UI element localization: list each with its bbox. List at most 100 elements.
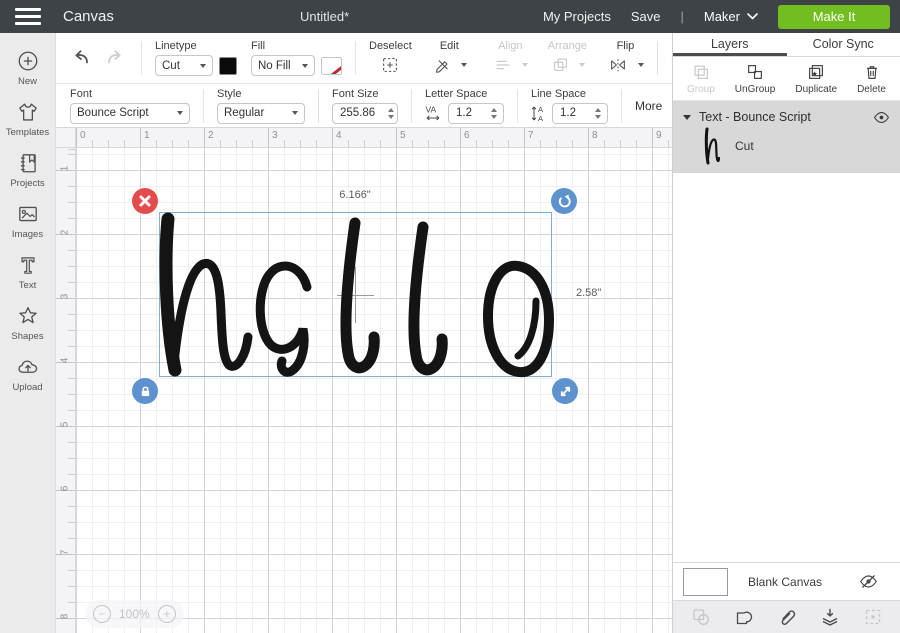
visibility-eye-slash-icon[interactable] <box>859 574 878 589</box>
text-toolbar: Font Bounce Script Style Regular Font Si… <box>56 84 672 128</box>
edit-button[interactable]: Edit <box>432 40 467 76</box>
weld-icon[interactable] <box>733 606 755 628</box>
my-projects-link[interactable]: My Projects <box>543 9 611 24</box>
linetype-label: Linetype <box>155 40 237 52</box>
line-space-label: Line Space <box>531 88 608 100</box>
text-object-hello[interactable] <box>160 213 553 378</box>
linetype-value: Cut <box>162 60 180 72</box>
caret-expand-icon[interactable] <box>683 115 691 120</box>
spinner-arrows-icon[interactable] <box>382 108 400 119</box>
spinner-arrows-icon[interactable] <box>589 108 607 119</box>
delete-handle[interactable] <box>132 188 158 214</box>
linetype-color-swatch[interactable] <box>219 57 237 75</box>
selection-bounding-box[interactable] <box>159 212 552 377</box>
cloud-upload-icon <box>15 355 41 379</box>
hamburger-menu-icon[interactable] <box>15 4 41 29</box>
line-space-stepper[interactable]: 1.2 <box>552 103 608 124</box>
align-label: Align <box>498 40 522 52</box>
attach-paperclip-icon[interactable] <box>776 606 798 628</box>
document-title[interactable]: Untitled* <box>300 9 349 24</box>
layer-operations-bar <box>673 600 900 633</box>
sidebar-item-images[interactable]: Images <box>0 202 56 240</box>
ruler-number: 2 <box>208 130 214 141</box>
deselect-button[interactable]: Deselect <box>369 40 412 76</box>
blank-canvas-layer[interactable]: Blank Canvas <box>673 562 900 600</box>
font-size-stepper[interactable]: 255.86 <box>332 103 398 124</box>
letter-space-stepper[interactable]: 1.2 <box>448 103 504 124</box>
section-title: Canvas <box>63 8 114 25</box>
ungroup-label: UnGroup <box>735 84 776 95</box>
lock-icon <box>139 385 152 398</box>
save-link[interactable]: Save <box>631 9 661 24</box>
font-dropdown[interactable]: Bounce Script <box>70 103 190 124</box>
ruler-number: 8 <box>592 130 598 141</box>
rotate-icon <box>557 194 572 209</box>
letter-space-label: Letter Space <box>425 88 504 100</box>
canvas-grid[interactable]: 6.166" 2.58" <box>76 148 672 633</box>
caret-down-icon <box>200 64 206 68</box>
design-canvas[interactable]: 0123456789 12345678 <box>56 128 672 633</box>
layer-group-text[interactable]: Text - Bounce Script Cut <box>673 101 900 173</box>
flip-icon <box>607 55 629 75</box>
sidebar-item-upload[interactable]: Upload <box>0 355 56 393</box>
sidebar-item-templates[interactable]: Templates <box>0 100 56 138</box>
machine-selector[interactable]: Maker <box>704 9 758 24</box>
delete-button[interactable]: Delete <box>857 62 886 95</box>
layer-thumbnail-h-glyph <box>703 127 719 165</box>
notebook-icon <box>16 151 40 175</box>
layer-row-cut[interactable]: Cut <box>673 127 900 165</box>
ruler-number: 3 <box>60 290 71 304</box>
deselect-label: Deselect <box>369 40 412 52</box>
ruler-number: 1 <box>144 130 150 141</box>
fill-pen-swatch[interactable] <box>321 57 342 75</box>
undo-icon[interactable] <box>68 46 94 70</box>
ungroup-button[interactable]: UnGroup <box>735 62 776 95</box>
caret-down-icon <box>292 111 298 115</box>
font-label: Font <box>70 88 190 100</box>
resize-handle[interactable] <box>552 378 578 404</box>
flip-button[interactable]: Flip <box>607 40 644 76</box>
design-sidebar: New Templates Projects Images Text Shape… <box>0 33 56 633</box>
selection-height-label: 2.58" <box>576 287 601 299</box>
make-it-button[interactable]: Make It <box>778 5 890 29</box>
fill-label: Fill <box>251 40 342 52</box>
fill-dropdown[interactable]: No Fill <box>251 55 315 76</box>
sidebar-item-projects[interactable]: Projects <box>0 151 56 189</box>
canvas-color-swatch[interactable] <box>683 568 728 596</box>
sidebar-item-shapes[interactable]: Shapes <box>0 304 56 342</box>
arrange-label: Arrange <box>548 40 587 52</box>
top-bar: Canvas Untitled* My Projects Save | Make… <box>0 0 900 33</box>
rotate-handle[interactable] <box>551 188 577 214</box>
cricut-design-space: Canvas Untitled* My Projects Save | Make… <box>0 0 900 633</box>
spinner-arrows-icon[interactable] <box>485 108 503 119</box>
layers-panel: Layers Color Sync Group UnGroup Duplicat… <box>672 33 900 633</box>
blank-canvas-label: Blank Canvas <box>748 575 822 589</box>
linetype-dropdown[interactable]: Cut <box>155 55 213 76</box>
zoom-out-button[interactable]: − <box>93 605 111 623</box>
align-icon <box>493 55 513 75</box>
resize-diagonal-icon <box>559 385 572 398</box>
visibility-eye-icon[interactable] <box>873 111 890 124</box>
sidebar-item-new[interactable]: New <box>0 49 56 87</box>
ruler-number: 4 <box>336 130 342 141</box>
ruler-number: 7 <box>60 546 71 560</box>
deselect-icon <box>380 55 400 75</box>
layer-group-header[interactable]: Text - Bounce Script <box>673 107 900 127</box>
tshirt-icon <box>15 100 41 124</box>
layer-actions: Group UnGroup Duplicate Delete <box>673 57 900 101</box>
redo-icon[interactable] <box>102 46 128 70</box>
photo-icon <box>15 202 41 226</box>
duplicate-button[interactable]: Duplicate <box>795 62 837 95</box>
flatten-icon[interactable] <box>819 606 841 628</box>
lock-handle[interactable] <box>132 378 158 404</box>
sidebar-item-text[interactable]: Text <box>0 253 56 291</box>
tab-color-sync[interactable]: Color Sync <box>787 33 900 56</box>
zoom-in-button[interactable]: + <box>158 605 176 623</box>
machine-name: Maker <box>704 9 740 24</box>
tab-layers[interactable]: Layers <box>673 33 787 56</box>
sidebar-item-label: Upload <box>12 382 42 393</box>
ruler-number: 5 <box>400 130 406 141</box>
style-dropdown[interactable]: Regular <box>217 103 305 124</box>
align-button: Align <box>493 40 528 76</box>
letter-t-icon <box>16 253 40 277</box>
